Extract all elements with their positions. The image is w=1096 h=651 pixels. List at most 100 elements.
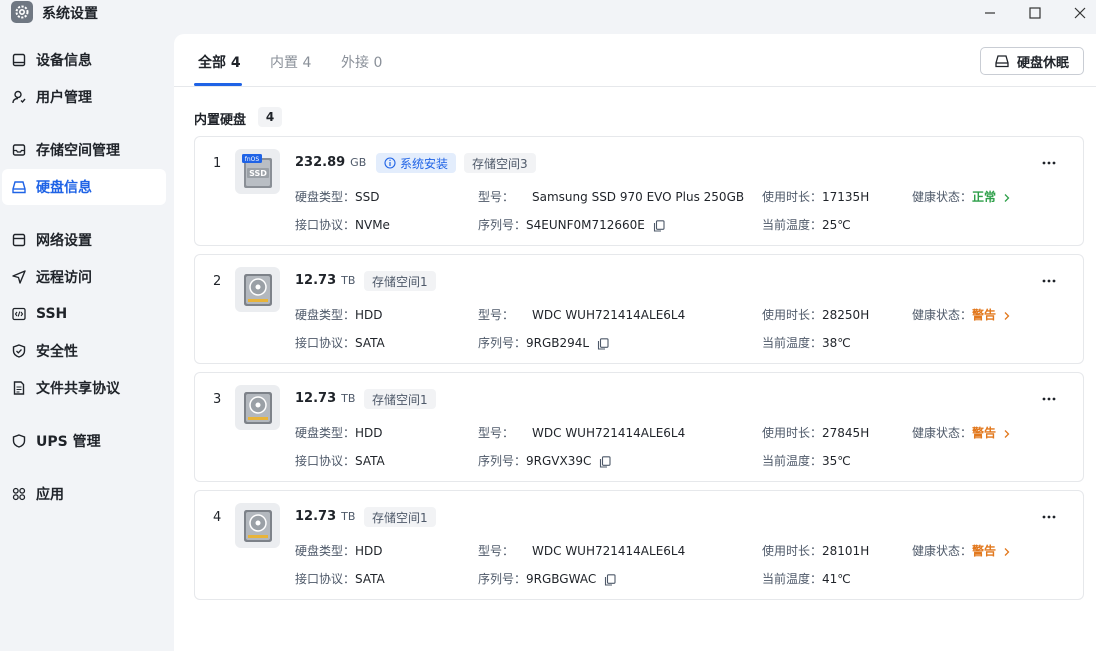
tab-external[interactable]: 外接 0 — [341, 52, 382, 72]
copy-icon[interactable] — [597, 337, 609, 350]
sidebar-item-label: 网络设置 — [36, 233, 92, 249]
code-icon — [12, 307, 26, 321]
sidebar-item-label: 文件共享协议 — [36, 381, 120, 397]
disk-sleep-label: 硬盘休眠 — [1016, 55, 1069, 71]
copy-icon[interactable] — [604, 573, 616, 586]
disk-model: 型号： WDC WUH721414ALE6L4 — [478, 426, 686, 440]
chevron-right-icon — [1004, 193, 1010, 202]
window-title: 系统设置 — [42, 6, 98, 22]
sidebar-item-storage-management[interactable]: 存储空间管理 — [2, 132, 166, 168]
sidebar-item-disk-info[interactable]: 硬盘信息 — [2, 169, 166, 205]
disk-health: 健康状态：正常 — [912, 188, 1012, 205]
capacity-value: 12.73 — [295, 509, 337, 524]
system-install-badge: 系统安装 — [376, 153, 457, 173]
more-icon — [1042, 397, 1056, 401]
disk-type: 硬盘类型：HDD — [295, 426, 383, 440]
settings-app-icon — [11, 1, 33, 23]
disk-usage: 使用时长：28250H — [762, 308, 870, 322]
tab-all[interactable]: 全部 4 — [198, 52, 241, 72]
storage-pool-badge: 存储空间1 — [364, 389, 436, 409]
sidebar-item-apps[interactable]: 应用 — [2, 476, 166, 512]
capacity-value: 12.73 — [295, 273, 337, 288]
health-status-link[interactable]: 警告 — [972, 544, 996, 558]
more-options-button[interactable] — [1039, 271, 1059, 291]
hdd-icon — [235, 503, 280, 548]
sidebar-item-label: 安全性 — [36, 344, 78, 360]
disk-capacity: 232.89 GB — [295, 155, 366, 170]
maximize-icon — [1029, 7, 1041, 19]
sidebar-item-label: 设备信息 — [36, 53, 92, 69]
disk-index: 4 — [213, 510, 222, 525]
health-status-link[interactable]: 警告 — [972, 426, 996, 440]
info-icon — [384, 157, 396, 169]
sidebar-item-label: SSH — [36, 306, 68, 322]
copy-icon[interactable] — [599, 455, 611, 468]
network-icon — [12, 233, 26, 247]
disk-capacity: 12.73 TB — [295, 273, 355, 288]
user-icon — [12, 90, 26, 104]
capacity-unit: GB — [350, 156, 367, 169]
file-icon — [12, 381, 26, 395]
storage-icon — [12, 143, 26, 157]
disk-badges: 存储空间1 — [364, 507, 444, 527]
disk-temperature: 当前温度：35℃ — [762, 454, 851, 468]
sidebar-item-file-sharing[interactable]: 文件共享协议 — [2, 370, 166, 406]
close-icon — [1074, 7, 1086, 19]
title-bar: 系统设置 — [0, 0, 1096, 26]
capacity-unit: TB — [341, 274, 356, 287]
disk-health: 健康状态：警告 — [912, 424, 1012, 441]
health-status-link[interactable]: 正常 — [972, 190, 996, 204]
disk-sleep-button[interactable]: 硬盘休眠 — [980, 47, 1084, 75]
disk-card: 4 12.73 TB 存储空间1 硬盘类型：HDD 型号： WDC WUH7214… — [194, 490, 1084, 600]
disk-badges: 存储空间1 — [364, 389, 444, 409]
hdd-icon — [235, 267, 280, 312]
ssd-icon: SSD fnOS — [235, 149, 280, 194]
fnos-tag: fnOS — [244, 156, 259, 163]
storage-pool-badge: 存储空间1 — [364, 507, 436, 527]
more-options-button[interactable] — [1039, 389, 1059, 409]
minimize-button[interactable] — [967, 0, 1013, 26]
tab-internal[interactable]: 内置 4 — [270, 52, 311, 72]
sidebar-item-label: 存储空间管理 — [36, 143, 120, 159]
maximize-button[interactable] — [1012, 0, 1058, 26]
chevron-right-icon — [1004, 547, 1010, 556]
close-button[interactable] — [1057, 0, 1096, 26]
disk-usage: 使用时长：28101H — [762, 544, 870, 558]
storage-pool-badge: 存储空间1 — [364, 271, 436, 291]
sidebar-item-user-management[interactable]: 用户管理 — [2, 79, 166, 115]
disk-health: 健康状态：警告 — [912, 542, 1012, 559]
sidebar-item-security[interactable]: 安全性 — [2, 333, 166, 369]
sidebar-item-device-info[interactable]: 设备信息 — [2, 42, 166, 78]
more-options-button[interactable] — [1039, 507, 1059, 527]
sidebar-item-network-settings[interactable]: 网络设置 — [2, 222, 166, 258]
main-panel: 全部 4 内置 4 外接 0 硬盘休眠 内置硬盘 4 1 SSD fnOS 23… — [174, 34, 1096, 651]
sidebar-item-ssh[interactable]: SSH — [2, 296, 166, 332]
sidebar-item-remote-access[interactable]: 远程访问 — [2, 259, 166, 295]
sidebar: 设备信息 用户管理 存储空间管理 硬盘信息 网络设置 远程访问 SSH 安全性 … — [0, 34, 174, 651]
capacity-value: 12.73 — [295, 391, 337, 406]
disk-index: 2 — [213, 274, 222, 289]
health-status-link[interactable]: 警告 — [972, 308, 996, 322]
capacity-unit: TB — [341, 392, 356, 405]
sidebar-item-label: 远程访问 — [36, 270, 92, 286]
disk-card: 3 12.73 TB 存储空间1 硬盘类型：HDD 型号： WDC WUH7214… — [194, 372, 1084, 482]
disk-interface: 接口协议：SATA — [295, 454, 385, 468]
disk-serial: 序列号：9RGVX39C — [478, 452, 611, 469]
more-options-button[interactable] — [1039, 153, 1059, 173]
tab-active-indicator — [194, 83, 242, 86]
sidebar-item-label: 硬盘信息 — [36, 180, 92, 196]
copy-icon[interactable] — [653, 219, 665, 232]
sidebar-item-label: UPS 管理 — [36, 434, 101, 450]
disk-interface: 接口协议：NVMe — [295, 218, 390, 232]
disk-capacity: 12.73 TB — [295, 391, 355, 406]
disk-type: 硬盘类型：HDD — [295, 308, 383, 322]
disk-icon — [995, 55, 1009, 68]
disk-temperature: 当前温度：25℃ — [762, 218, 851, 232]
sidebar-item-ups[interactable]: UPS 管理 — [2, 423, 166, 459]
disk-model: 型号： WDC WUH721414ALE6L4 — [478, 308, 686, 322]
disk-serial: 序列号：S4EUNF0M712660E — [478, 216, 665, 233]
section-title: 内置硬盘 — [194, 113, 247, 128]
disk-index: 1 — [213, 156, 222, 171]
more-icon — [1042, 279, 1056, 283]
shield-icon — [12, 344, 26, 358]
